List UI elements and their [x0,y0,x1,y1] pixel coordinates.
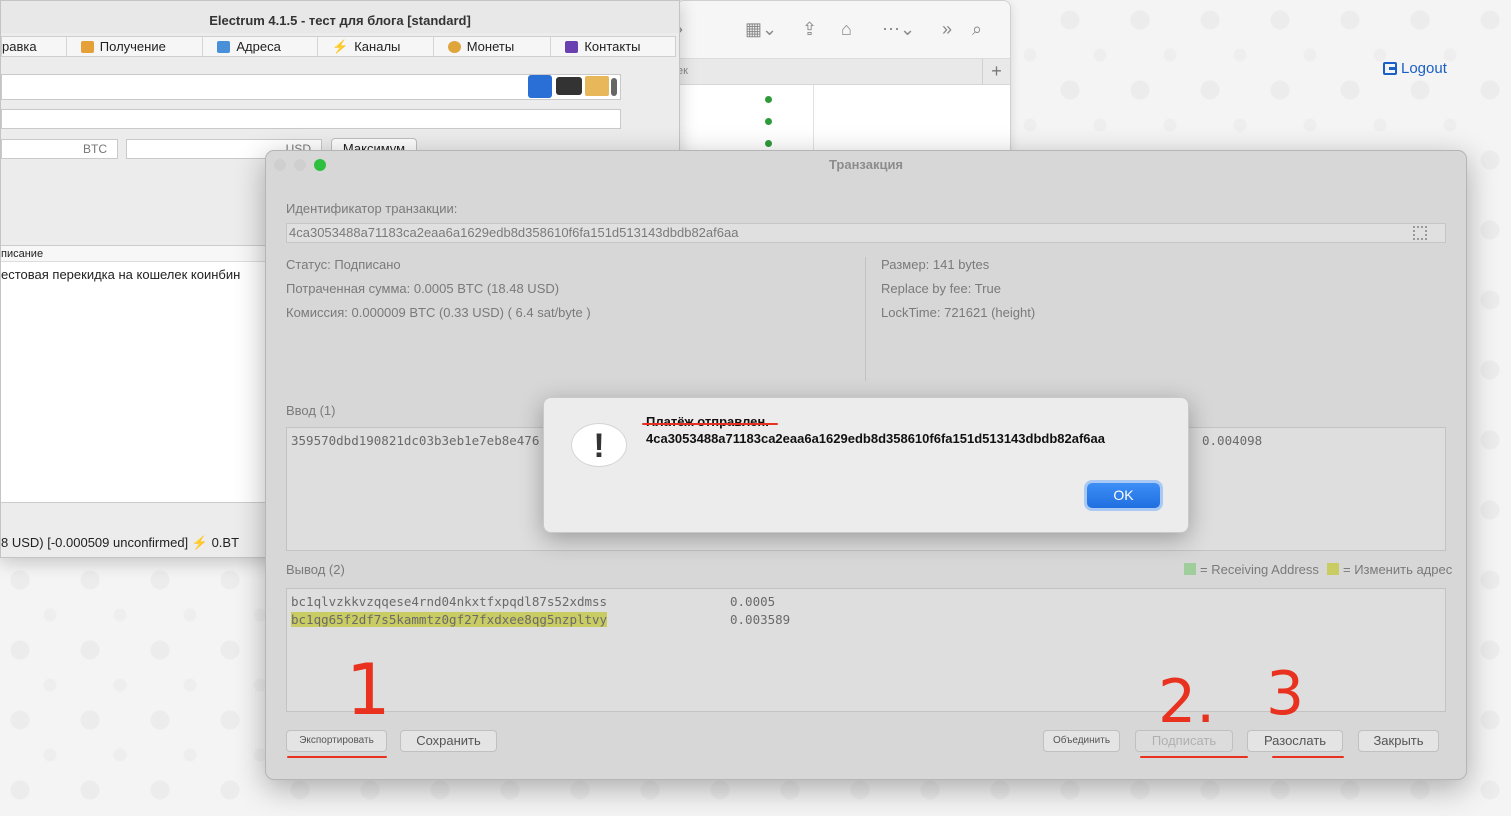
tab-contacts[interactable]: Контакты [551,37,675,56]
annotation-underline [642,423,778,425]
minimize-window-icon[interactable] [294,159,306,171]
logout-link[interactable]: Logout [1383,60,1447,77]
share-icon[interactable]: ⇪ [802,19,817,40]
addresses-icon [217,40,231,53]
output-amount: 0.003589 [730,612,791,627]
payment-sent-alert: ! Платёж отправлен. 4ca3053488a71183ca2e… [543,397,1189,533]
tx-rbf: Replace by fee: True [881,281,1001,296]
coins-icon [447,40,461,53]
status-dot [765,118,772,125]
electrum-tabs: равка Получение Адреса ⚡ Каналы Монеты К… [1,36,676,57]
save-button[interactable]: Сохранить [400,730,497,752]
tab-addresses[interactable]: Адреса [203,37,319,56]
logout-icon [1383,62,1397,75]
grid-view-icon[interactable]: ▦⌄ [745,19,777,40]
input-amount: 0.004098 [1202,433,1263,448]
browser-tabstrip: ек + [677,59,1010,85]
tag-icon[interactable]: ⌂ [841,19,852,40]
tx-fee: Комиссия: 0.000009 BTC (0.33 USD) ( 6.4 … [286,305,591,320]
browser-toolbar: › ▦⌄ ⇪ ⌂ ⋯⌄ » ⌕ [677,1,1010,59]
change-legend-label: = Изменить адрес [1343,562,1453,577]
annotation-number: 1 [346,649,391,731]
output-amount: 0.0005 [730,594,776,609]
tab-contacts-label: Контакты [584,39,641,54]
btc-unit: BTC [83,142,107,156]
receive-icon [80,40,94,53]
camera-icon[interactable] [556,77,582,95]
txid-value: 4ca3053488a71183ca2eaa6a1629edb8d358610f… [289,225,739,240]
tab-send-label: равка [2,39,37,54]
broadcast-button[interactable]: Разослать [1247,730,1343,752]
status-dot [765,140,772,147]
folder-icon[interactable] [585,76,609,96]
zoom-window-icon[interactable] [314,159,326,171]
annotation-underline [1272,756,1344,758]
status-dot [765,96,772,103]
tab-channels-label: Каналы [354,39,401,54]
qr-code-icon[interactable] [1413,226,1427,240]
inputs-label: Ввод (1) [286,403,336,418]
tab-coins[interactable]: Монеты [434,37,552,56]
browser-window: › ▦⌄ ⇪ ⌂ ⋯⌄ » ⌕ ек + [676,0,1011,160]
output-address[interactable]: bc1qlvzkkvzqqese4rnd04nkxtfxpqdl87s52xdm… [291,594,607,609]
alert-title: Платёж отправлен. [646,414,769,429]
column-divider [813,85,814,159]
close-button[interactable]: Закрыть [1358,730,1439,752]
txid-label: Идентификатор транзакции: [286,201,458,216]
description-field[interactable] [1,109,621,129]
status-bar: 8 USD) [-0.000509 unconfirmed] ⚡ 0.BT [1,535,240,550]
alert-txid: 4ca3053488a71183ca2eaa6a1629edb8d358610f… [646,431,1105,446]
contacts-icon [565,40,579,53]
export-button[interactable]: Экспортировать [286,730,387,752]
annotation-underline [1140,756,1248,758]
tx-titlebar: Транзакция [266,151,1466,179]
tx-title: Транзакция [828,157,904,172]
receiving-legend-swatch [1184,563,1196,575]
amount-btc-field[interactable]: BTC [1,139,118,159]
tab-receive-label: Получение [99,39,166,54]
output-address-change[interactable]: bc1qg65f2df7s5kammtz0gf27fxdxee8qg5nzplt… [291,612,608,627]
details-divider [865,257,866,381]
tx-size: Размер: 141 bytes [881,257,990,272]
receiving-legend-label: = Receiving Address [1200,562,1319,577]
ok-button[interactable]: OK [1087,483,1160,508]
txid-field[interactable]: 4ca3053488a71183ca2eaa6a1629edb8d358610f… [286,223,1446,243]
lightning-icon: ⚡ [332,38,349,54]
combine-button[interactable]: Объединить [1043,730,1120,752]
tab-receive[interactable]: Получение [67,37,204,56]
tx-status: Статус: Подписано [286,257,401,272]
outputs-label: Вывод (2) [286,562,345,577]
tx-locktime: LockTime: 721621 (height) [881,305,1036,320]
tx-amount-sent: Потраченная сумма: 0.0005 BTC (18.48 USD… [286,281,560,296]
tab-coins-label: Монеты [466,39,515,54]
tab-addresses-label: Адреса [236,39,281,54]
annotation-underline [287,756,387,758]
annotation-number: 3 [1266,659,1305,729]
scroll-handle[interactable] [611,78,617,96]
tab-channels[interactable]: ⚡ Каналы [318,37,434,56]
search-icon[interactable]: ⌕ [972,19,982,40]
logout-label: Logout [1401,60,1447,77]
warning-icon: ! [571,423,629,471]
close-window-icon[interactable] [274,159,286,171]
change-legend-swatch [1327,563,1339,575]
paste-icon[interactable] [528,75,552,98]
electrum-title: Electrum 4.1.5 - тест для блога [standar… [1,1,679,33]
forward-icon[interactable]: » [942,19,952,40]
tab-send[interactable]: равка [2,37,67,56]
annotation-number: 2. [1158,667,1216,737]
more-icon[interactable]: ⋯⌄ [882,19,915,40]
new-tab-icon[interactable]: + [982,59,1010,85]
input-txid: 359570dbd190821dc03b3eb1e7eb8e476 [291,433,540,448]
